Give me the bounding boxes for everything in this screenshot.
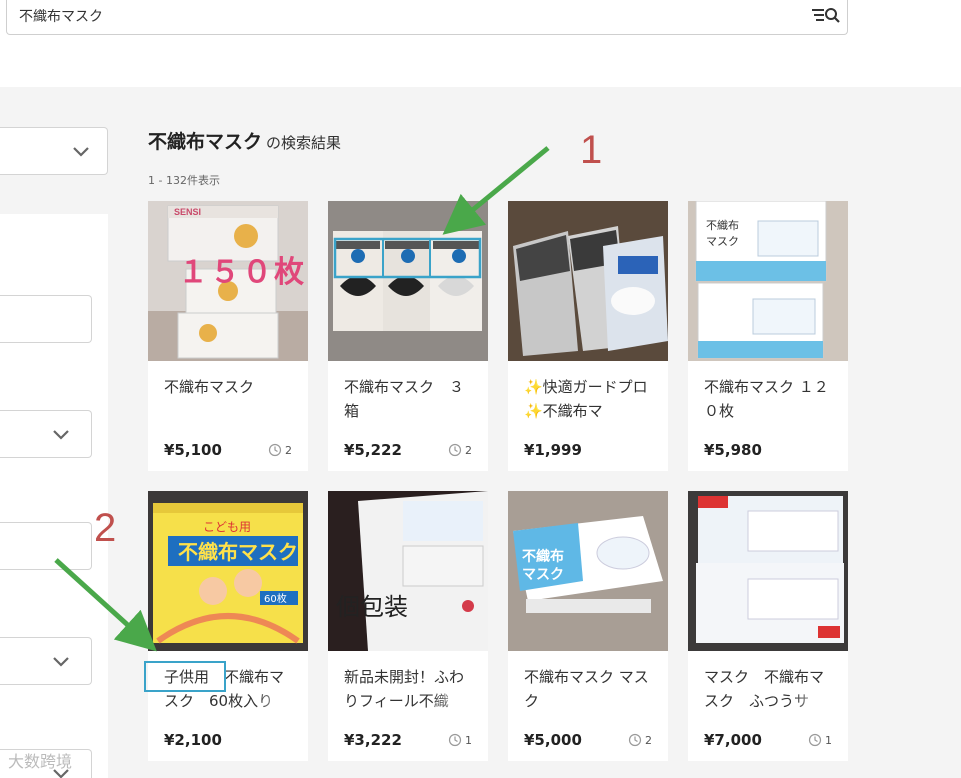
category-select[interactable] (0, 410, 92, 458)
product-price: ¥3,222 (344, 731, 402, 749)
product-title[interactable]: 不織布マスク １２０枚 (704, 375, 836, 425)
svg-text:不織布: 不織布 (706, 219, 739, 232)
results-count: 1 - 132件表示 (148, 174, 220, 187)
clock-icon (628, 733, 642, 747)
like-count: 1 (448, 733, 472, 747)
title-fade (608, 399, 648, 423)
size-select[interactable] (0, 637, 92, 685)
product-price: ¥7,000 (704, 731, 762, 749)
sort-select[interactable] (0, 127, 108, 175)
svg-text:60枚: 60枚 (264, 592, 287, 605)
like-count: 2 (628, 733, 652, 747)
product-card[interactable]: SENSI １５０枚 不織布マスク ¥5,100 2 (148, 201, 308, 471)
page-title: 不織布マスク の検索結果 (148, 127, 341, 154)
product-price: ¥5,100 (164, 441, 222, 459)
clock-icon (268, 443, 282, 457)
product-price: ¥2,100 (164, 731, 222, 749)
product-price: ¥1,999 (524, 441, 582, 459)
product-image[interactable]: 不織布 マスク (508, 491, 668, 651)
clock-icon (448, 443, 462, 457)
like-count-value: 1 (465, 733, 472, 747)
product-card[interactable]: 不織布マスク ３箱 ¥5,222 2 (328, 201, 488, 471)
product-image[interactable] (688, 491, 848, 651)
product-image[interactable]: SENSI １５０枚 (148, 201, 308, 361)
filter-search-icon[interactable] (811, 5, 841, 27)
product-image[interactable]: 不織布 マスク (688, 201, 848, 361)
like-count: 2 (268, 443, 292, 457)
like-count-value: 1 (825, 733, 832, 747)
page: 不織布マスク 不織布マスク の検索結果 1 - 132件表示 SENSI １５０… (0, 0, 961, 778)
annotation-number-1: 1 (580, 128, 603, 172)
results-keyword: 不織布マスク (148, 131, 263, 153)
title-fade (432, 689, 472, 713)
svg-text:マスク: マスク (522, 567, 564, 583)
like-count: 1 (808, 733, 832, 747)
image-caption: １５０枚 (178, 255, 306, 290)
svg-text:SENSI: SENSI (174, 207, 201, 217)
product-image[interactable] (508, 201, 668, 361)
product-price: ¥5,222 (344, 441, 402, 459)
like-count-value: 2 (285, 443, 292, 457)
clock-icon (808, 733, 822, 747)
product-image[interactable] (328, 201, 488, 361)
product-title[interactable]: 不織布マスク ３箱 (344, 375, 476, 425)
chevron-down-icon (73, 147, 89, 157)
svg-text:マスク: マスク (706, 235, 739, 248)
product-card[interactable]: 不織布 マスク 不織布マスク マスク ¥5,000 2 (508, 491, 668, 761)
like-count-value: 2 (645, 733, 652, 747)
product-image[interactable]: 個包装 (328, 491, 488, 651)
product-card[interactable]: 不織布 マスク 不織布マスク １２０枚 ¥5,980 (688, 201, 848, 471)
image-caption: 個包装 (336, 593, 408, 621)
clock-icon (448, 733, 462, 747)
product-price: ¥5,000 (524, 731, 582, 749)
product-card[interactable]: ✨快適ガードプロ ✨不織布マ ¥1,999 (508, 201, 668, 471)
brand-field[interactable] (0, 522, 92, 570)
svg-text:不織布: 不織布 (522, 548, 564, 565)
chevron-down-icon (53, 657, 69, 667)
annotation-highlight-box (144, 661, 226, 692)
keyword-field[interactable] (0, 295, 92, 343)
like-count: 2 (448, 443, 472, 457)
product-title[interactable]: 不織布マスク (164, 375, 296, 425)
product-card[interactable]: 不織布マスク こども用 60枚 子供用 不織布マスク 60枚入り ¥2,100 (144, 491, 308, 761)
results-suffix: の検索結果 (266, 134, 342, 152)
product-card[interactable]: マスク 不織布マスク ふつうサ ¥7,000 1 (688, 491, 848, 761)
filter-panel (0, 214, 108, 778)
chevron-down-icon (53, 430, 69, 440)
like-count-value: 2 (465, 443, 472, 457)
product-price: ¥5,980 (704, 441, 762, 459)
annotation-number-2: 2 (94, 506, 117, 550)
title-fade (792, 689, 832, 713)
search-input[interactable]: 不織布マスク (19, 6, 103, 26)
watermark: 大数跨境 (8, 752, 73, 771)
product-card[interactable]: 個包装 新品未開封！ふわりフィール不織 ¥3,222 1 (328, 491, 488, 761)
svg-text:こども用: こども用 (203, 520, 251, 534)
svg-text:不織布マスク: 不織布マスク (178, 540, 298, 564)
title-fade (256, 689, 296, 713)
product-image[interactable]: 不織布マスク こども用 60枚 (148, 491, 308, 651)
product-title[interactable]: 不織布マスク マスク (524, 665, 656, 715)
search-bar[interactable]: 不織布マスク (6, 0, 848, 35)
main-area: 不織布マスク の検索結果 1 - 132件表示 SENSI １５０枚 不織布マス… (0, 87, 961, 778)
